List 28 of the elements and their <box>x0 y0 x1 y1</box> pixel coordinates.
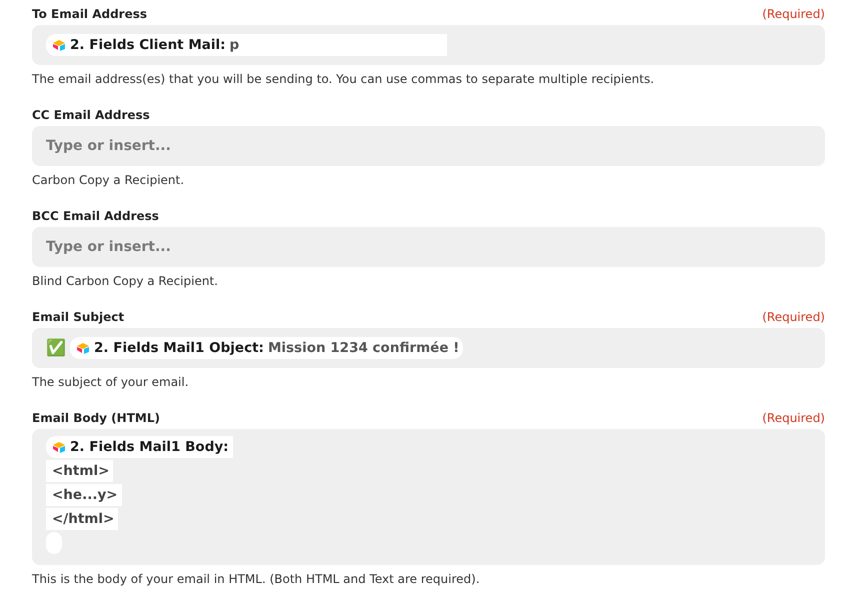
field-label: Email Body (HTML) <box>32 410 160 424</box>
field-label: BCC Email Address <box>32 208 159 222</box>
help-text: The email address(es) that you will be sending to. You can use commas to separate multiple recipients. <box>32 72 656 86</box>
field-label: CC Email Address <box>32 108 150 122</box>
help-text: Carbon Copy a Recipient. <box>32 173 186 187</box>
help-text: The subject of your email. <box>32 375 190 389</box>
field-token[interactable]: 2. Fields Client Mail: p <box>46 34 448 56</box>
field-label: Email Subject <box>32 310 124 324</box>
html-chunk: </html> <box>46 508 118 530</box>
field-label: To Email Address <box>32 6 148 20</box>
field-token[interactable]: 2. Fields Mail1 Object: Mission 1234 confirmée ! <box>70 337 464 359</box>
input-field[interactable]: 2. Fields Mail1 Body: <html> <he...y> </html> <box>32 429 825 565</box>
required-marker: (Required) <box>762 310 825 324</box>
field-token[interactable]: 2. Fields Mail1 Body: <box>46 436 233 458</box>
required-marker: (Required) <box>762 6 825 20</box>
stacked-logo-icon <box>52 441 66 453</box>
input-field[interactable]: 2. Fields Client Mail: p <box>32 25 825 65</box>
help-text: This is the body of your email in HTML. (Both HTML and Text are required). <box>32 572 481 586</box>
input-field[interactable]: ✅ 2. Fields Mail1 Object: Mission 1234 confirmée ! <box>32 328 825 368</box>
help-text: Blind Carbon Copy a Recipient. <box>32 274 219 288</box>
stacked-logo-icon <box>52 39 66 51</box>
check-emoji: ✅ <box>46 340 66 356</box>
input-field[interactable]: Type or insert... <box>32 227 825 267</box>
html-chunk: <he...y> <box>46 484 122 506</box>
html-chunk: <html> <box>46 460 114 482</box>
stacked-logo-icon <box>76 342 90 354</box>
input-field[interactable]: Type or insert... <box>32 126 825 166</box>
required-marker: (Required) <box>762 410 825 424</box>
